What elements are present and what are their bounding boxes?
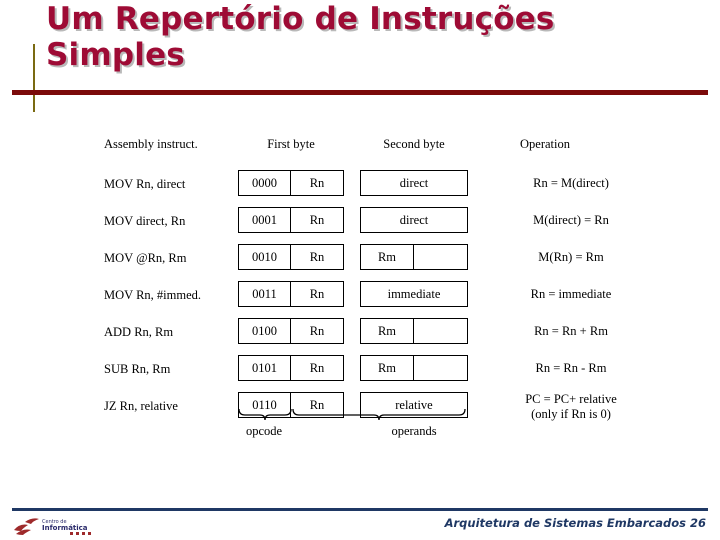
brace-svg <box>238 408 466 421</box>
opcode-label: opcode <box>245 424 283 438</box>
ci-ufpe-logo: Centro de Informática <box>14 518 91 535</box>
footer-rule <box>12 508 708 511</box>
svg-text:Informática: Informática <box>42 524 88 532</box>
operands-label: operands <box>391 424 437 438</box>
operands-brace <box>292 408 466 421</box>
footer-text: Arquitetura de Sistemas Embarcados 26 <box>444 516 706 530</box>
brace-layer: opcode operands <box>0 0 720 540</box>
opcode-brace <box>238 408 292 421</box>
